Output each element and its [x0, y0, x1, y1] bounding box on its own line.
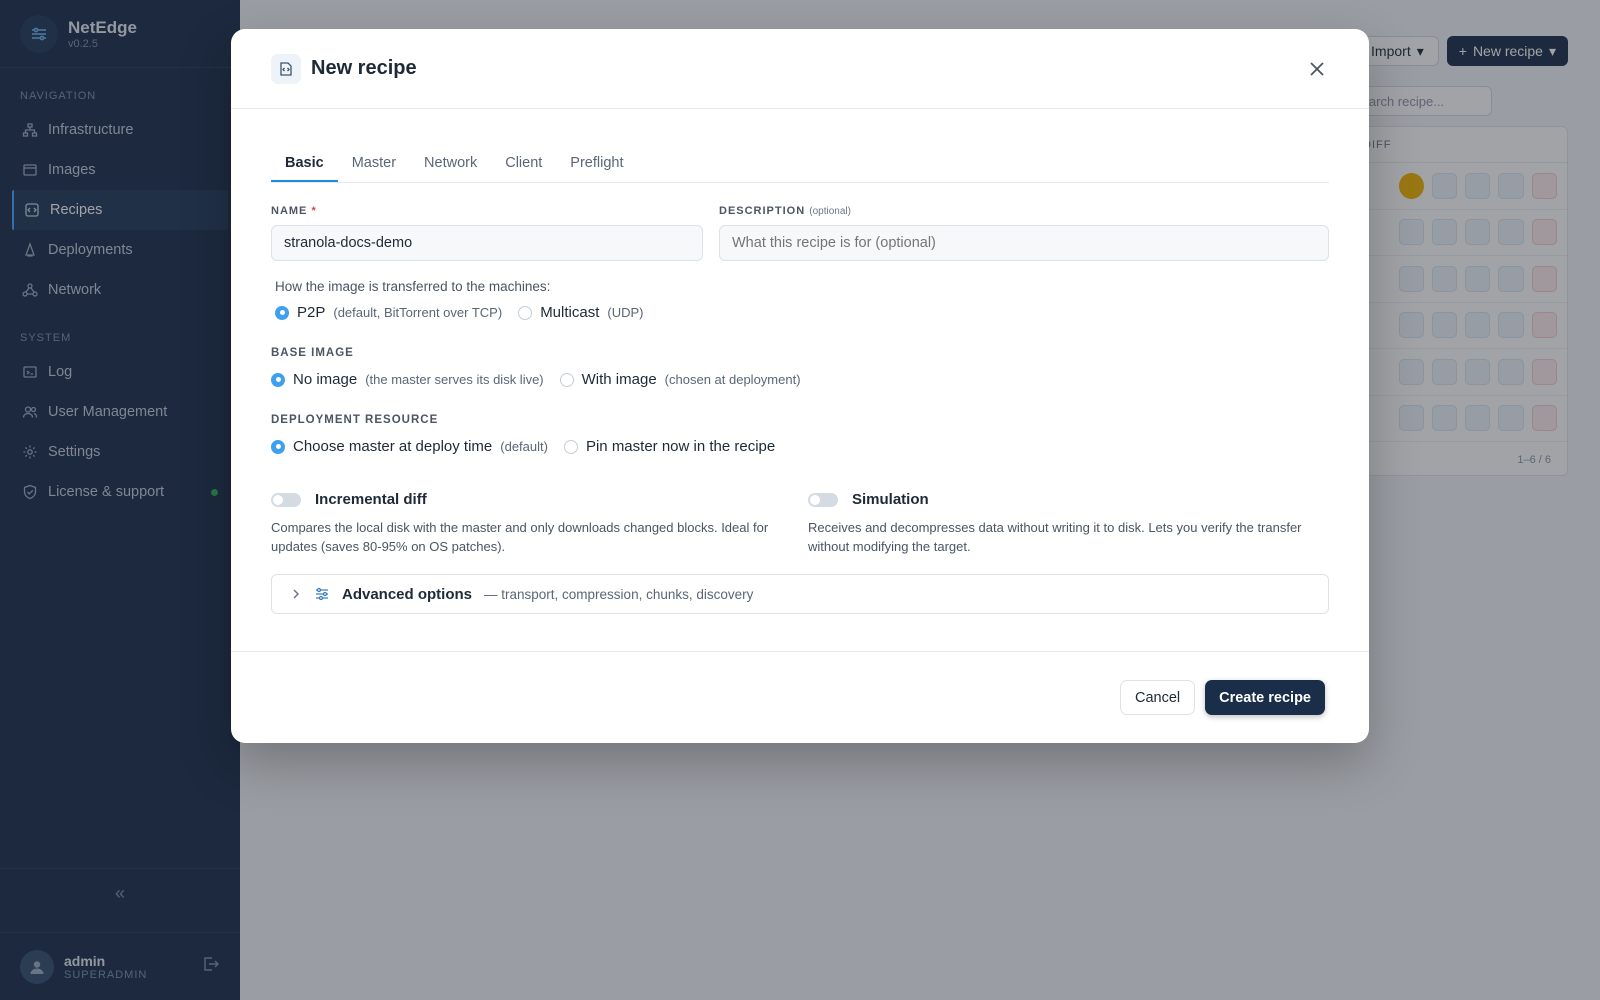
radio-choose-master-at-deploy[interactable]: Choose master at deploy time (default) — [271, 438, 548, 455]
radio-indicator — [559, 372, 574, 387]
tab-preflight[interactable]: Preflight — [556, 145, 637, 182]
toggle-label: Incremental diff — [315, 491, 427, 508]
tab-client[interactable]: Client — [491, 145, 556, 182]
sliders-icon — [316, 587, 328, 601]
radio-label: No image — [293, 371, 358, 388]
deployment-resource-radio-group: Choose master at deploy time (default) Pi… — [271, 438, 1329, 455]
radio-selected-indicator — [271, 439, 285, 454]
radio-label: Choose master at deploy time — [293, 438, 493, 455]
tab-master[interactable]: Master — [338, 145, 410, 182]
radio-p2p[interactable]: P2P (default, BitTorrent over TCP) — [275, 304, 502, 321]
radio-indicator — [518, 305, 533, 320]
radio-hint: (default) — [500, 439, 548, 454]
description-label: DESCRIPTION (optional) — [719, 205, 1329, 217]
deployment-resource-label: DEPLOYMENT RESOURCE — [271, 414, 439, 426]
incremental-diff-block: Incremental diff Compares the local disk… — [271, 491, 792, 556]
toggle-description: Compares the local disk with the master … — [271, 520, 769, 554]
radio-multicast[interactable]: Multicast (UDP) — [518, 304, 643, 321]
base-image-label: BASE IMAGE — [271, 347, 354, 359]
advanced-options-expander[interactable]: Advanced options — transport, compressio… — [271, 574, 1329, 614]
radio-hint: (UDP) — [607, 305, 644, 320]
description-field-group: DESCRIPTION (optional) — [719, 205, 1329, 261]
radio-hint: (the master serves its disk live) — [365, 372, 544, 387]
incremental-diff-toggle[interactable] — [271, 492, 301, 507]
tab-basic[interactable]: Basic — [271, 145, 338, 182]
simulation-block: Simulation Receives and decompresses dat… — [808, 491, 1329, 556]
radio-selected-indicator — [275, 305, 289, 320]
simulation-header: Simulation — [808, 491, 1329, 508]
recipe-code-icon — [271, 53, 301, 84]
recipe-description-input[interactable] — [719, 225, 1329, 261]
radio-indicator — [563, 439, 578, 454]
close-icon[interactable] — [1305, 57, 1329, 81]
dialog-title: New recipe — [311, 57, 417, 79]
transfer-question: How the image is transferred to the mach… — [275, 279, 551, 294]
new-recipe-dialog: New recipe Basic Master Network Client P… — [231, 29, 1369, 743]
radio-hint: (chosen at deployment) — [664, 372, 801, 387]
radio-with-image[interactable]: With image (chosen at deployment) — [559, 371, 801, 388]
recipe-tabs: Basic Master Network Client Preflight — [271, 145, 1329, 183]
name-description-row: NAME * DESCRIPTION (optional) — [271, 205, 1329, 261]
toggle-label: Simulation — [852, 491, 929, 508]
radio-hint: (default, BitTorrent over TCP) — [333, 305, 503, 320]
toggle-row: Incremental diff Compares the local disk… — [271, 491, 1329, 556]
radio-pin-master-now[interactable]: Pin master now in the recipe — [563, 438, 776, 455]
toggle-description: Receives and decompresses data without w… — [808, 520, 1302, 554]
advanced-options-label: Advanced options — [342, 585, 473, 603]
dialog-header: New recipe — [231, 29, 1369, 109]
transfer-radio-group: P2P (default, BitTorrent over TCP) Multic… — [275, 304, 1329, 321]
chevron-right-icon — [293, 589, 300, 599]
optional-marker: (optional) — [809, 206, 851, 217]
dialog-footer: Cancel Create recipe — [231, 651, 1369, 743]
recipe-name-input[interactable] — [271, 225, 703, 261]
dialog-body: Basic Master Network Client Preflight NA… — [231, 109, 1369, 614]
radio-label: P2P — [297, 304, 326, 321]
simulation-toggle[interactable] — [808, 492, 838, 507]
radio-no-image[interactable]: No image (the master serves its disk live… — [271, 371, 544, 388]
name-label: NAME * — [271, 205, 703, 217]
radio-label: With image — [581, 371, 657, 388]
name-label-text: NAME — [271, 205, 308, 217]
radio-label: Pin master now in the recipe — [585, 438, 776, 455]
advanced-options-hint: — transport, compression, chunks, discov… — [484, 586, 754, 602]
radio-selected-indicator — [271, 372, 285, 387]
cancel-button[interactable]: Cancel — [1119, 680, 1196, 715]
required-marker: * — [311, 205, 317, 217]
tab-network[interactable]: Network — [410, 145, 491, 182]
radio-label: Multicast — [540, 304, 600, 321]
name-field-group: NAME * — [271, 205, 703, 261]
incremental-diff-header: Incremental diff — [271, 491, 792, 508]
description-label-text: DESCRIPTION — [719, 205, 806, 217]
create-recipe-button[interactable]: Create recipe — [1205, 680, 1325, 715]
base-image-radio-group: No image (the master serves its disk live… — [271, 371, 1329, 388]
